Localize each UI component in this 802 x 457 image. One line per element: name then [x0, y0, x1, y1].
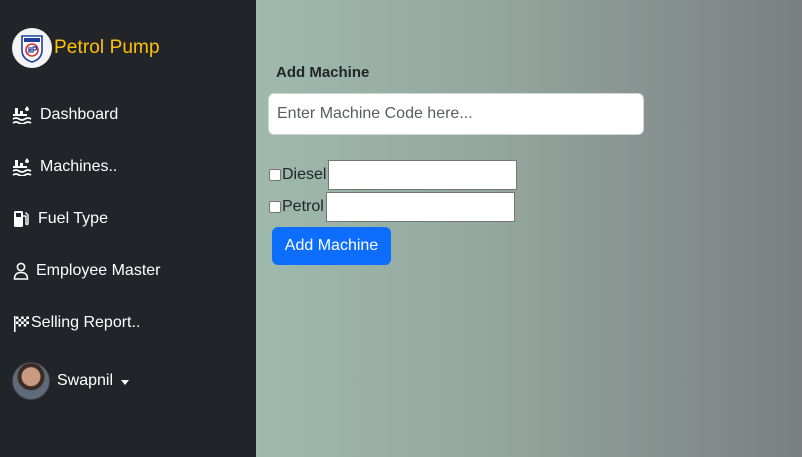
sidebar-item-label: Machines..: [40, 158, 118, 175]
petrol-label: Petrol: [282, 198, 324, 215]
diesel-checkbox[interactable]: [269, 169, 281, 181]
brand[interactable]: Petrol Pump: [12, 28, 160, 68]
water-icon: [12, 105, 32, 125]
sidebar-item-label: Employee Master: [36, 262, 161, 279]
petrol-checkbox[interactable]: [269, 201, 281, 213]
sidebar: Petrol Pump Dashboard Machines.. Fuel Ty…: [0, 0, 256, 457]
diesel-row: Diesel: [269, 160, 518, 190]
fuel-pump-icon: [12, 209, 30, 229]
avatar: [12, 362, 50, 400]
sidebar-item-selling-report[interactable]: Selling Report..: [12, 311, 140, 335]
sidebar-item-employee-master[interactable]: Employee Master: [12, 259, 161, 283]
add-machine-button[interactable]: Add Machine: [272, 227, 391, 265]
sidebar-item-dashboard[interactable]: Dashboard: [12, 103, 118, 127]
brand-name: Petrol Pump: [54, 37, 160, 58]
machine-code-input[interactable]: [268, 93, 644, 135]
water-icon: [12, 157, 32, 177]
hp-logo: [12, 28, 52, 68]
diesel-label: Diesel: [282, 166, 327, 183]
petrol-input[interactable]: [325, 192, 515, 222]
sidebar-item-fuel-type[interactable]: Fuel Type: [12, 207, 108, 231]
sidebar-item-label: Dashboard: [40, 106, 119, 123]
petrol-row: Petrol: [269, 192, 515, 222]
user-name: Swapnil: [57, 372, 114, 389]
sidebar-item-label: Selling Report..: [31, 314, 141, 331]
chevron-down-icon: [121, 379, 130, 385]
form-title: Add Machine: [276, 64, 370, 81]
main-content: Add Machine Diesel Petrol Add Machine: [256, 0, 802, 457]
user-menu[interactable]: Swapnil: [12, 362, 130, 400]
person-icon: [12, 261, 30, 281]
sidebar-item-machines[interactable]: Machines..: [12, 155, 117, 179]
diesel-input[interactable]: [328, 160, 518, 190]
checkered-flag-icon: [12, 313, 30, 333]
sidebar-item-label: Fuel Type: [38, 210, 108, 227]
